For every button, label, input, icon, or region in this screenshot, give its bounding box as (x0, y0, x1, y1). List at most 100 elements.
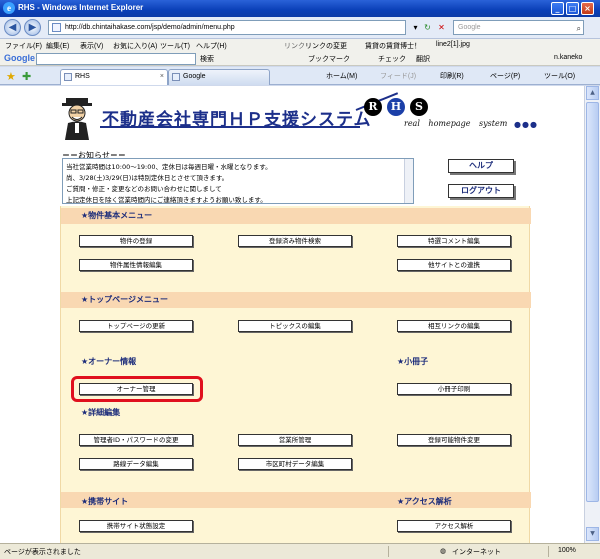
status-separator (548, 546, 549, 557)
search-icon[interactable]: ⌕ (577, 22, 581, 35)
tab-rhs-label: RHS (75, 73, 90, 80)
url-text: http://db.chintaihakase.com/jsp/demo/adm… (65, 24, 235, 31)
logout-button[interactable]: ログアウト (448, 184, 514, 198)
globe-icon: ◍ (440, 548, 447, 555)
google-search-button[interactable]: 検索 (200, 54, 214, 64)
google-logo: Google (4, 53, 35, 63)
section-mobile: ★携帯サイト (81, 497, 129, 506)
section-detail: ★詳細編集 (81, 408, 121, 417)
scroll-thumb[interactable] (586, 102, 599, 502)
change-property-limit-button[interactable]: 登録可能物件変更 (397, 434, 511, 446)
zoom-level[interactable]: 100% (558, 547, 576, 554)
tab-google-icon (172, 73, 180, 81)
menu-help[interactable]: ヘルプ(H) (196, 41, 227, 51)
search-properties-button[interactable]: 登録済み物件検索 (238, 235, 352, 247)
scroll-down-icon[interactable]: ▼ (586, 527, 599, 541)
home-button[interactable]: ホーム(M) (326, 71, 357, 81)
edit-municipality-data-button[interactable]: 市区町村データ編集 (238, 458, 352, 470)
dropdown-icon[interactable]: ▾ (410, 22, 421, 33)
section-access: ★アクセス解析 (397, 497, 452, 506)
section-property: ★物件基本メニュー (61, 208, 531, 224)
access-analysis-button[interactable]: アクセス解析 (397, 520, 511, 532)
office-management-button[interactable]: 営業所管理 (238, 434, 352, 446)
check-button[interactable]: チェック (378, 54, 406, 64)
notice-line: 尚、3/28(土)3/29(日)は特別定休日とさせて頂きます。 (66, 174, 229, 182)
register-property-button[interactable]: 物件の登録 (79, 235, 193, 247)
logo-letter-r: R (364, 98, 382, 116)
tab-page-icon (64, 73, 72, 81)
menu-tools[interactable]: ツール(T) (160, 41, 190, 51)
tab-google-label: Google (183, 73, 206, 80)
tab-close-icon[interactable]: × (160, 70, 164, 84)
search-input[interactable]: Google ⌕ (453, 20, 584, 35)
menu-bar: ファイル(F) 編集(E) 表示(V) お気に入り(A) ツール(T) ヘルプ(… (0, 39, 600, 52)
notice-scrollbar[interactable] (404, 159, 413, 203)
print-booklet-button[interactable]: 小冊子印刷 (397, 383, 511, 395)
scroll-up-icon[interactable]: ▲ (586, 86, 599, 100)
mobile-site-settings-button[interactable]: 携帯サイト状態設定 (79, 520, 193, 532)
logo-letter-s: S (410, 98, 428, 116)
link-image[interactable]: line2[1].jpg (436, 41, 470, 48)
mascot-logo (62, 98, 92, 140)
menu-favorites[interactable]: お気に入り(A) (113, 41, 157, 51)
window-title: RHS - Windows Internet Explorer (18, 3, 144, 12)
link-chintai[interactable]: 賃貸の賃貸博士！ (365, 41, 421, 51)
menu-file[interactable]: ファイル(F) (5, 41, 42, 51)
maximize-button[interactable]: □ (566, 2, 579, 15)
translate-button[interactable]: 翻訳 (416, 54, 430, 64)
back-button[interactable]: ◀ (4, 19, 21, 36)
stop-icon[interactable]: ✕ (436, 22, 447, 33)
feed-button[interactable]: フィード(J) (380, 71, 416, 81)
tagline-dots: ●●● (514, 120, 538, 129)
notice-line: ご質問・修正・変更などのお問い合わせに関しまして (66, 185, 222, 193)
property-attributes-button[interactable]: 物件属性情報編集 (79, 259, 193, 271)
menu-panel: ★物件基本メニュー 物件の登録 登録済み物件検索 特選コメント編集 物件属性情報… (60, 206, 531, 543)
section-bar-bottom (61, 492, 531, 508)
edit-topics-button[interactable]: トピックスの編集 (238, 320, 352, 332)
status-text: ページが表示されました (4, 549, 81, 556)
logo-letter-h: H (387, 98, 405, 116)
status-bar: ページが表示されました ◍ インターネット 100% (0, 543, 600, 559)
favorites-star-icon[interactable]: ★ (6, 70, 16, 83)
update-toppage-button[interactable]: トップページの更新 (79, 320, 193, 332)
link-change[interactable]: リンクの変更 (305, 41, 347, 51)
special-comment-button[interactable]: 特選コメント編集 (397, 235, 511, 247)
tabs-bar: ★ ✚ RHS × Google ホーム(M) フィード(J) 印刷(R) ペー… (0, 67, 600, 85)
edit-links-button[interactable]: 相互リンクの編集 (397, 320, 511, 332)
vertical-scrollbar[interactable]: ▲ ▼ (584, 86, 600, 543)
title-underline (100, 126, 360, 128)
links-label: リンク (284, 43, 305, 50)
url-field[interactable]: http://db.chintaihakase.com/jsp/demo/adm… (48, 20, 406, 35)
refresh-icon[interactable]: ↻ (422, 22, 433, 33)
help-button[interactable]: ヘルプ (448, 159, 514, 173)
forward-button[interactable]: ▶ (24, 19, 41, 36)
section-booklet: ★小冊子 (397, 357, 429, 366)
notice-textarea[interactable]: 当社営業時間は10:00～19:00、定休日は毎週日曜・水曜となります。 尚、3… (62, 158, 414, 204)
minimize-button[interactable]: _ (551, 2, 564, 15)
change-credentials-button[interactable]: 管理者ID・パスワードの変更 (79, 434, 193, 446)
window-titlebar: e RHS - Windows Internet Explorer _ □ × (0, 0, 600, 17)
print-button[interactable]: 印刷(R) (440, 71, 464, 81)
google-search-input[interactable] (36, 53, 196, 65)
site-integration-button[interactable]: 他サイトとの連携 (397, 259, 511, 271)
page-content: 不動産会社専門ＨＰ支援システム R H S real homepage syst… (0, 86, 584, 543)
section-toppage: ★トップページメニュー (61, 292, 531, 308)
add-favorites-icon[interactable]: ✚ (22, 70, 31, 83)
search-placeholder: Google (458, 24, 481, 31)
tools-button[interactable]: ツール(O) (544, 71, 575, 81)
close-window-button[interactable]: × (581, 2, 594, 15)
ie-logo-icon: e (3, 2, 15, 14)
google-user[interactable]: n.kaneko (554, 54, 582, 61)
google-toolbar: Google 検索 ブックマーク チェック 翻訳 n.kaneko (0, 52, 600, 66)
bookmark-button[interactable]: ブックマーク (308, 54, 350, 64)
address-bar: ◀ ▶ http://db.chintaihakase.com/jsp/demo… (0, 17, 600, 39)
edit-route-data-button[interactable]: 路線データ編集 (79, 458, 193, 470)
tab-google[interactable]: Google (168, 69, 270, 85)
menu-edit[interactable]: 編集(E) (46, 41, 69, 51)
zone-text: インターネット (452, 549, 501, 556)
tab-rhs[interactable]: RHS × (60, 69, 168, 85)
page-button[interactable]: ページ(P) (490, 71, 520, 81)
notice-line: 当社営業時間は10:00～19:00、定休日は毎週日曜・水曜となります。 (66, 163, 272, 171)
page-icon (52, 23, 61, 32)
menu-view[interactable]: 表示(V) (80, 41, 103, 51)
